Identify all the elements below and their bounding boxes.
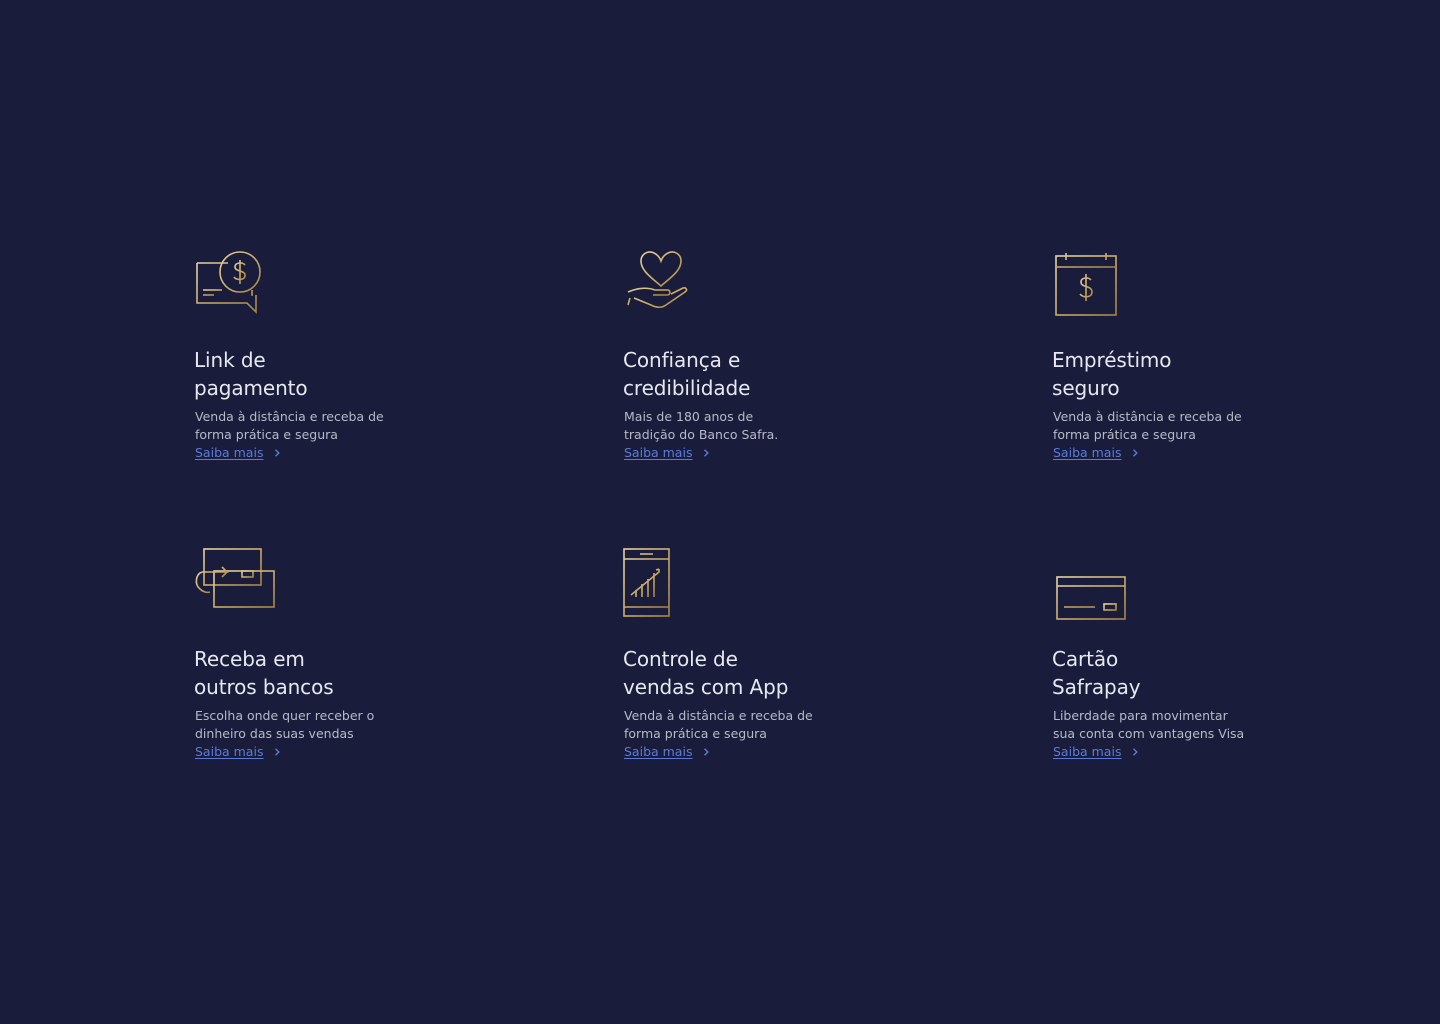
chevron-right-icon	[704, 748, 710, 756]
heart-hand-icon	[623, 250, 713, 330]
payment-link-icon	[194, 250, 284, 330]
feature-title: Cartão Safrapay	[1052, 647, 1141, 699]
feature-description: Venda à distância e receba de forma prát…	[195, 409, 384, 442]
chevron-right-icon	[275, 449, 281, 457]
feature-description: Escolha onde quer receber o dinheiro das…	[195, 708, 375, 741]
saiba-mais-link[interactable]: Saiba mais	[624, 444, 710, 462]
credit-card-icon	[1052, 549, 1142, 629]
chevron-right-icon	[275, 748, 281, 756]
calendar-dollar-icon	[1052, 250, 1142, 330]
saiba-mais-link[interactable]: Saiba mais	[195, 444, 281, 462]
feature-description: Liberdade para movimentar sua conta com …	[1053, 708, 1245, 741]
chevron-right-icon	[704, 449, 710, 457]
feature-description: Mais de 180 anos de tradição do Banco Sa…	[624, 409, 779, 442]
feature-title: Receba em outros bancos	[194, 647, 334, 699]
saiba-mais-link[interactable]: Saiba mais	[195, 743, 281, 761]
feature-description: Venda à distância e receba de forma prát…	[624, 708, 813, 741]
chevron-right-icon	[1133, 748, 1139, 756]
saiba-mais-link[interactable]: Saiba mais	[1053, 444, 1139, 462]
chevron-right-icon	[1133, 449, 1139, 457]
feature-title: Controle de vendas com App	[623, 647, 789, 699]
saiba-mais-link[interactable]: Saiba mais	[624, 743, 710, 761]
phone-chart-icon	[623, 548, 713, 629]
feature-title: Confiança e credibilidade	[623, 348, 751, 400]
saiba-mais-link[interactable]: Saiba mais	[1053, 743, 1139, 761]
feature-description: Venda à distância e receba de forma prát…	[1053, 409, 1242, 442]
feature-title: Link de pagamento	[194, 348, 308, 400]
feature-title: Empréstimo seguro	[1052, 348, 1172, 400]
features-grid: Link de pagamento Venda à distância e re…	[0, 0, 1440, 1024]
card-transfer-icon	[194, 548, 284, 629]
